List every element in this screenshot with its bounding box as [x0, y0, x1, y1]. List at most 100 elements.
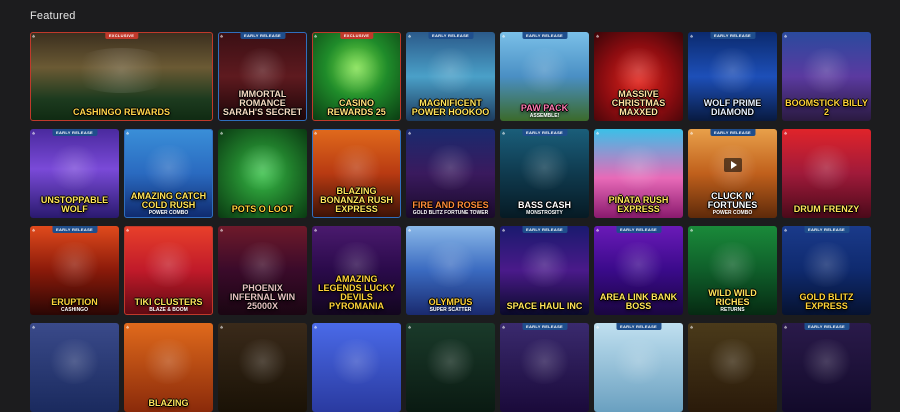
tile-artwork	[799, 48, 854, 93]
game-tile[interactable]: EARLY RELEASE ♠	[594, 323, 683, 412]
game-title: TIKI CLUSTERS	[134, 297, 203, 307]
early-release-badge: EARLY RELEASE	[521, 129, 568, 136]
provider-icon: ♠	[502, 228, 506, 234]
provider-icon: ♠	[126, 325, 130, 331]
provider-icon: ♠	[220, 325, 224, 331]
game-tile[interactable]: ♠	[406, 323, 495, 412]
game-tile[interactable]: ♠ MASSIVE CHRISTMAS MAXXED	[594, 32, 683, 121]
game-tile[interactable]: ♠ BOOMSTICK BILLY 2	[782, 32, 871, 121]
tile-artwork	[611, 339, 666, 384]
early-release-badge: EARLY RELEASE	[51, 129, 98, 136]
game-title: BLAZING BONANZA RUSH EXPRESS	[320, 186, 393, 214]
game-subtitle: MONSTROSITY	[526, 210, 563, 216]
provider-icon: ♠	[596, 325, 600, 331]
provider-icon: ♠	[784, 325, 788, 331]
tile-artwork	[235, 48, 290, 93]
exclusive-badge: EXCLUSIVE	[339, 32, 374, 39]
game-tile[interactable]: ♠ OLYMPUS SUPER SCATTER	[406, 226, 495, 315]
game-tile[interactable]: ♠ TIKI CLUSTERS BLAZE & BOOM	[124, 226, 213, 315]
game-title: BOOMSTICK BILLY 2	[785, 98, 868, 117]
game-title: POTS O LOOT	[231, 204, 294, 214]
game-tile[interactable]: ♠ AMAZING CATCH COLD RUSH POWER COMBO	[124, 129, 213, 218]
tile-artwork	[235, 339, 290, 384]
tile-artwork	[329, 145, 384, 190]
game-subtitle: ASSEMBLE!	[529, 113, 560, 119]
game-tile[interactable]: ♠ AMAZING LEGENDS LUCKY DEVILS PYROMANIA	[312, 226, 401, 315]
provider-icon: ♠	[314, 34, 318, 40]
game-tile[interactable]: ♠ FIRE AND ROSES GOLD BLITZ FORTUNE TOWER	[406, 129, 495, 218]
game-title: DRUM FRENZY	[793, 204, 860, 214]
provider-icon: ♠	[220, 228, 224, 234]
tile-artwork	[329, 339, 384, 384]
game-tile[interactable]: ♠ PIÑATA RUSH EXPRESS	[594, 129, 683, 218]
game-tile[interactable]: ♠	[30, 323, 119, 412]
early-release-badge: EARLY RELEASE	[521, 323, 568, 330]
tile-artwork	[141, 145, 196, 190]
game-tile[interactable]: ♠ BLAZING BONANZA RUSH EXPRESS	[312, 129, 401, 218]
game-tile[interactable]: ♠ WILD WILD RICHES RETURNS	[688, 226, 777, 315]
game-subtitle: SUPER SCATTER	[429, 307, 472, 313]
game-tile[interactable]: EARLY RELEASE ♠ CLUCK N' FORTUNES POWER COM…	[688, 129, 777, 218]
games-grid: EXCLUSIVE ♠ CASHINGO REWARDS EARLY RELEASE ♠…	[30, 32, 871, 412]
game-title: AMAZING LEGENDS LUCKY DEVILS PYROMANIA	[317, 274, 395, 311]
game-tile[interactable]: EARLY RELEASE ♠ MAGNIFICENT POWER HOOKOO	[406, 32, 495, 121]
provider-icon: ♠	[690, 131, 694, 137]
early-release-badge: EARLY RELEASE	[709, 129, 756, 136]
game-tile[interactable]: EARLY RELEASE ♠	[500, 323, 589, 412]
tile-artwork	[423, 145, 478, 190]
game-tile[interactable]: EARLY RELEASE ♠ GOLD BLITZ EXPRESS	[782, 226, 871, 315]
game-tile[interactable]: EARLY RELEASE ♠ ERUPTION CASHINGO	[30, 226, 119, 315]
game-tile[interactable]: ♠	[312, 323, 401, 412]
provider-icon: ♠	[314, 228, 318, 234]
tile-artwork	[66, 48, 177, 93]
tile-artwork	[611, 48, 666, 93]
tile-artwork	[611, 145, 666, 190]
provider-icon: ♠	[784, 228, 788, 234]
game-tile[interactable]: ♠ PHOENIX INFERNAL WIN 25000X	[218, 226, 307, 315]
early-release-badge: EARLY RELEASE	[709, 32, 756, 39]
tile-artwork	[611, 242, 666, 287]
game-title: OLYMPUS	[428, 297, 473, 307]
game-tile[interactable]: EXCLUSIVE ♠ CASHINGO REWARDS	[30, 32, 213, 121]
provider-icon: ♠	[784, 34, 788, 40]
tile-artwork	[705, 339, 760, 384]
game-tile[interactable]: EARLY RELEASE ♠ BASS CASH MONSTROSITY	[500, 129, 589, 218]
provider-icon: ♠	[502, 131, 506, 137]
provider-icon: ♠	[220, 34, 224, 40]
provider-icon: ♠	[126, 131, 130, 137]
game-tile[interactable]: ♠	[688, 323, 777, 412]
provider-icon: ♠	[32, 325, 36, 331]
provider-icon: ♠	[32, 34, 36, 40]
tile-artwork	[517, 48, 572, 93]
game-tile[interactable]: EARLY RELEASE ♠	[782, 323, 871, 412]
tile-artwork	[329, 48, 384, 93]
game-tile[interactable]: EARLY RELEASE ♠ SPACE HAUL INC	[500, 226, 589, 315]
game-tile[interactable]: ♠ DRUM FRENZY	[782, 129, 871, 218]
tile-artwork	[705, 48, 760, 93]
early-release-badge: EARLY RELEASE	[427, 32, 474, 39]
early-release-badge: EARLY RELEASE	[803, 226, 850, 233]
game-tile[interactable]: ♠ BLAZING	[124, 323, 213, 412]
game-tile[interactable]: EARLY RELEASE ♠ IMMORTAL ROMANCE SARAH'S S…	[218, 32, 307, 121]
exclusive-badge: EXCLUSIVE	[104, 32, 139, 39]
provider-icon: ♠	[596, 34, 600, 40]
tile-artwork	[517, 242, 572, 287]
game-tile[interactable]: EARLY RELEASE ♠ PAW PACK ASSEMBLE!	[500, 32, 589, 121]
provider-icon: ♠	[690, 228, 694, 234]
game-tile[interactable]: EARLY RELEASE ♠ UNSTOPPABLE WOLF	[30, 129, 119, 218]
game-tile[interactable]: ♠	[218, 323, 307, 412]
play-icon[interactable]	[723, 157, 742, 172]
game-tile[interactable]: EXCLUSIVE ♠ CASINO REWARDS 25	[312, 32, 401, 121]
early-release-badge: EARLY RELEASE	[615, 323, 662, 330]
game-tile[interactable]: EARLY RELEASE ♠ WOLF PRIME DIAMOND	[688, 32, 777, 121]
tile-artwork	[517, 145, 572, 190]
game-title: AREA LINK BANK BOSS	[599, 292, 678, 311]
game-tile[interactable]: ♠ POTS O LOOT	[218, 129, 307, 218]
game-tile[interactable]: EARLY RELEASE ♠ AREA LINK BANK BOSS	[594, 226, 683, 315]
provider-icon: ♠	[690, 34, 694, 40]
tile-artwork	[799, 145, 854, 190]
tile-artwork	[423, 48, 478, 93]
tile-artwork	[47, 242, 102, 287]
game-subtitle: GOLD BLITZ FORTUNE TOWER	[412, 210, 489, 216]
provider-icon: ♠	[408, 228, 412, 234]
